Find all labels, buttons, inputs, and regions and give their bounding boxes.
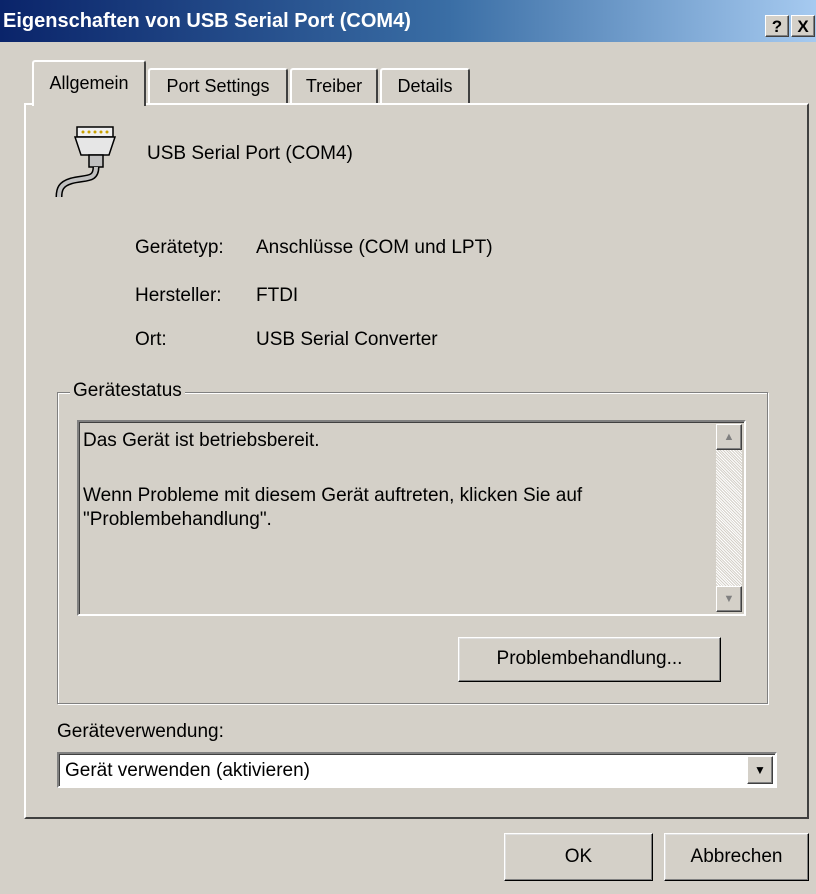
device-name: USB Serial Port (COM4) [147,143,353,164]
cancel-button[interactable]: Abbrechen [664,833,809,881]
device-status-text-area[interactable]: Das Gerät ist betriebsbereit. Wenn Probl… [77,420,746,616]
tab-details[interactable]: Details [380,68,470,104]
tab-treiber[interactable]: Treiber [290,68,378,104]
device-type-label: Gerätetyp: [135,237,224,258]
device-usage-selected: Gerät verwenden (aktivieren) [65,760,310,781]
scroll-up-icon[interactable]: ▲ [716,424,742,450]
chevron-down-icon[interactable]: ▼ [747,756,773,784]
device-usage-label: Geräteverwendung: [57,721,224,742]
status-message: Das Gerät ist betriebsbereit. [83,430,320,451]
manufacturer-value: FTDI [256,285,299,306]
location-label: Ort: [135,329,167,350]
serial-port-connector-icon [55,126,117,198]
vertical-scrollbar[interactable]: ▲ ▼ [716,424,742,612]
device-status-legend: Gerätestatus [70,380,185,402]
device-usage-select[interactable]: Gerät verwenden (aktivieren) ▼ [57,752,777,788]
ok-button[interactable]: OK [504,833,653,881]
location-value: USB Serial Converter [256,329,438,350]
title-bar[interactable]: Eigenschaften von USB Serial Port (COM4)… [0,0,816,42]
window-title: Eigenschaften von USB Serial Port (COM4) [3,10,411,32]
tab-port-settings[interactable]: Port Settings [148,68,288,104]
status-hint: Wenn Probleme mit diesem Gerät auftreten… [83,485,583,530]
help-button[interactable]: ? [765,15,789,37]
troubleshoot-button[interactable]: Problembehandlung... [458,637,721,682]
tab-allgemein[interactable]: Allgemein [32,60,146,106]
device-type-value: Anschlüsse (COM und LPT) [256,237,493,258]
close-button[interactable]: X [791,15,815,37]
scroll-down-icon[interactable]: ▼ [716,586,742,612]
manufacturer-label: Hersteller: [135,285,222,306]
